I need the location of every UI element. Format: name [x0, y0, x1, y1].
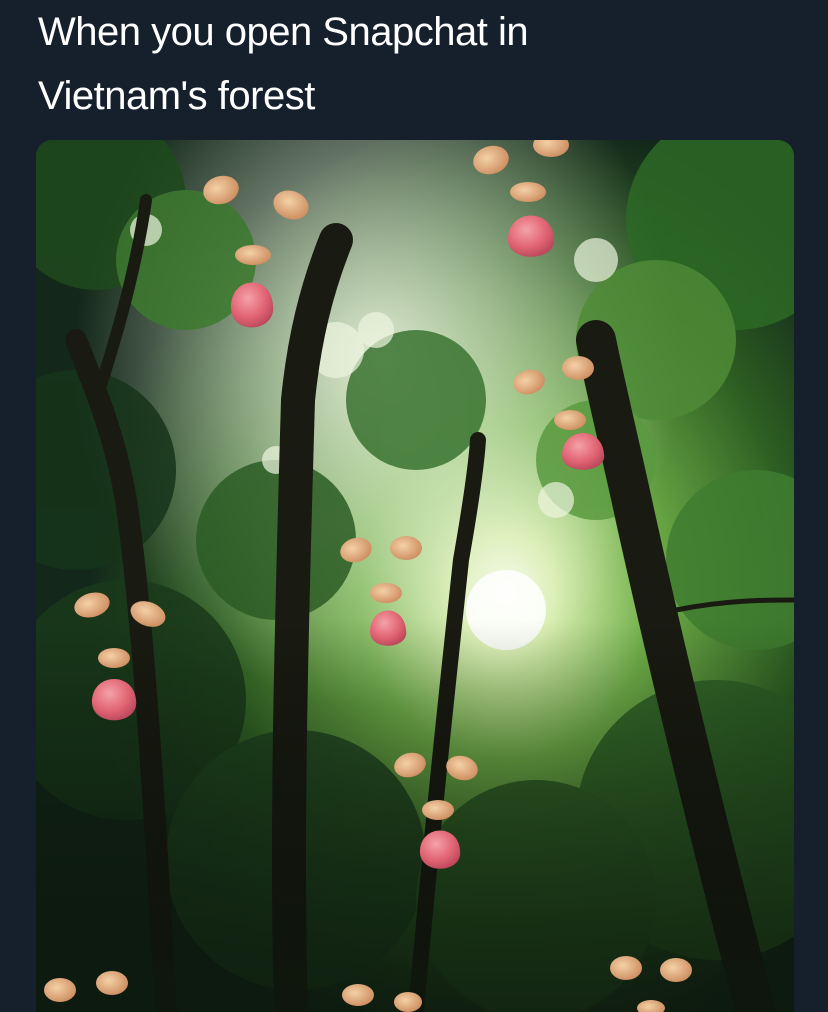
filter-face-icon: [340, 536, 422, 646]
post-caption: When you open Snapchat in Vietnam's fore…: [38, 0, 798, 128]
filter-face-icon: [473, 140, 569, 257]
filter-ears-bottom: [44, 956, 692, 1012]
filter-face-icon: [74, 592, 166, 721]
caption-line-1: When you open Snapchat in: [38, 10, 529, 54]
post-photo[interactable]: [36, 140, 794, 1012]
filter-face-icon: [513, 356, 605, 470]
filter-face-icon: [203, 175, 309, 328]
snapchat-filter-overlay: [44, 140, 692, 1012]
filter-face-icon: [394, 752, 478, 869]
caption-line-2: Vietnam's forest: [38, 74, 315, 118]
